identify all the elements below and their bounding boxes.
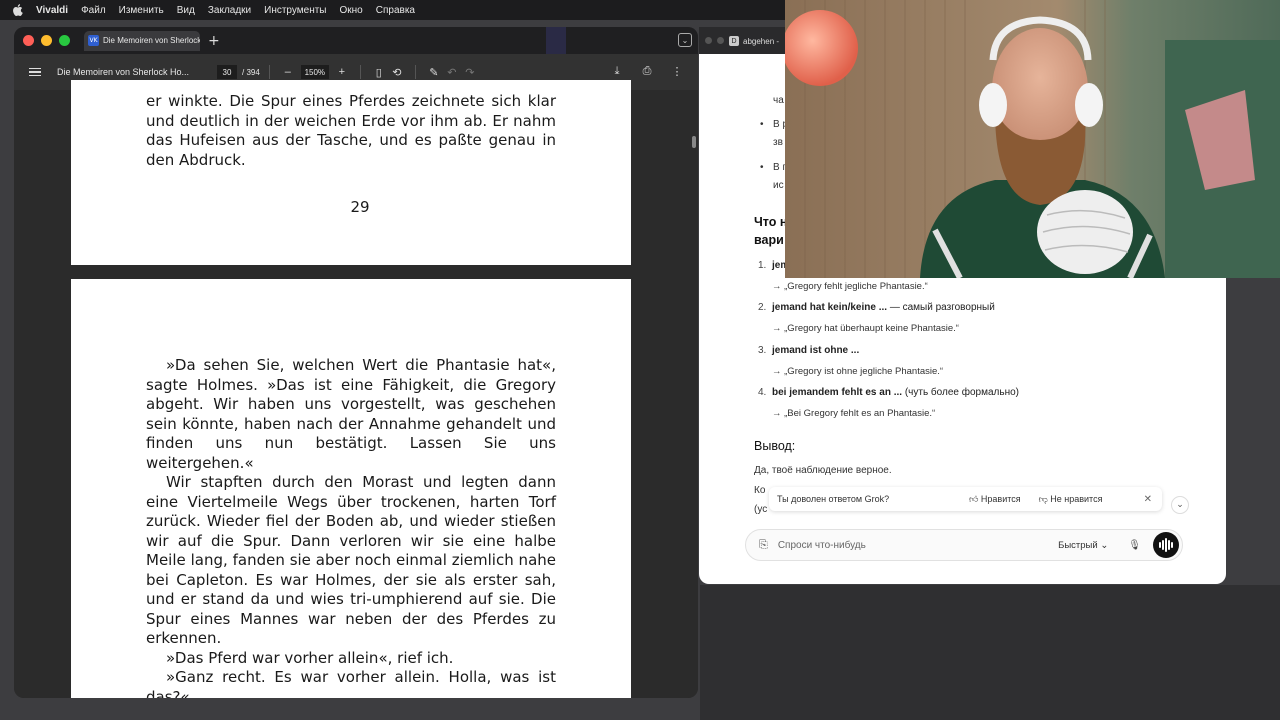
scroll-down-chevron-icon[interactable]: ⌄ <box>1171 496 1189 514</box>
window-controls <box>705 37 724 44</box>
list-item-example: → „Bei Gregory fehlt es an Phantasie.“ <box>772 408 936 419</box>
menu-view[interactable]: Вид <box>177 5 195 16</box>
toolbar-divider <box>414 65 416 79</box>
list-item-title: bei jemandem fehlt es an ... <box>772 387 903 398</box>
page-number-label: 29 <box>350 198 370 216</box>
tab-grok[interactable]: D abgehen - <box>729 32 779 50</box>
redo-icon[interactable]: ↷ <box>461 66 479 79</box>
tab-title: abgehen - <box>743 36 780 46</box>
conclusion-fragment: Ко <box>754 485 766 496</box>
chat-input-bar: ⎘ Спроси что-нибудь Быстрый ⌄ 🎙︎ <box>745 529 1183 561</box>
minimize-window-button[interactable] <box>41 35 52 46</box>
bullet-item-cont: ис <box>773 180 784 191</box>
download-icon[interactable]: ⤓ <box>608 65 626 78</box>
conclusion-text: Да, твоё наблюдение верное. <box>754 465 892 476</box>
menu-icon[interactable] <box>29 66 41 79</box>
list-item-example: → „Gregory ist ohne jegliche Phantasie.“ <box>772 366 944 377</box>
list-item-example: → „Gregory fehlt jegliche Phantasie.“ <box>772 281 928 292</box>
menu-help[interactable]: Справка <box>376 5 415 16</box>
menu-bookmarks[interactable]: Закладки <box>208 5 251 16</box>
pdf-document-title: Die Memoiren von Sherlock Ho... <box>57 67 190 77</box>
toolbar-divider <box>359 65 361 79</box>
microphone-icon[interactable]: 🎙︎ <box>1128 540 1141 551</box>
toolbar-divider <box>268 65 270 79</box>
voice-mode-button[interactable] <box>1153 532 1179 558</box>
paragraph: Wir stapften durch den Morast und legten… <box>146 473 556 647</box>
apple-icon[interactable] <box>10 3 24 17</box>
grok-favicon-icon: D <box>729 36 739 46</box>
vivaldi-window: VK Die Memoiren von Sherlock + ⌄ Die Mem… <box>14 27 698 698</box>
paragraph: »Da sehen Sie, welchen Wert die Phantasi… <box>146 356 556 472</box>
zoom-level-input[interactable]: 150% <box>300 65 329 79</box>
paragraph: »Das Pferd war vorher allein«, rief ich. <box>166 648 454 667</box>
annotate-pen-icon[interactable]: ✎ <box>425 66 443 79</box>
list-item-example: → „Gregory hat überhaupt keine Phantasie… <box>772 323 959 334</box>
pdf-page-29: er winkte. Die Spur eines Pferdes zeichn… <box>71 80 631 265</box>
page-29-text: er winkte. Die Spur eines Pferdes zeichn… <box>146 92 556 170</box>
menu-edit[interactable]: Изменить <box>119 5 164 16</box>
zoom-out-button[interactable]: – <box>279 66 297 78</box>
list-item: 3. jemand ist ohne ... → „Gregory ist oh… <box>758 345 944 377</box>
list-item: 4. bei jemandem fehlt es an ... (чуть бо… <box>758 387 1019 419</box>
tab-bar-highlight <box>546 27 566 54</box>
page-30-text: »Da sehen Sie, welchen Wert die Phantasi… <box>146 356 556 698</box>
desktop-shadow-area <box>700 585 1280 720</box>
like-button[interactable]: 👍︎ Нравится <box>963 491 1027 508</box>
vk-favicon-icon: VK <box>88 35 99 46</box>
webcam-image <box>785 0 1280 278</box>
menu-tools[interactable]: Инструменты <box>264 5 326 16</box>
zoom-window-button[interactable] <box>59 35 70 46</box>
attach-paperclip-icon[interactable]: ⎘ <box>759 539 768 552</box>
chat-input[interactable]: Спроси что-нибудь <box>778 540 1058 551</box>
response-fragment: ча <box>773 95 784 106</box>
paragraph: »Ganz recht. Es war vorher allein. Holla… <box>146 668 556 698</box>
section-heading-cont: вари <box>754 233 784 247</box>
undo-icon[interactable]: ↶ <box>443 66 461 79</box>
pdf-viewer[interactable]: er winkte. Die Spur eines Pferdes zeichn… <box>14 80 698 698</box>
more-options-icon[interactable]: ⋮ <box>668 65 686 78</box>
tab-list-chevron-icon[interactable]: ⌄ <box>678 33 692 47</box>
page-number-input[interactable]: 30 <box>217 65 237 79</box>
pdf-page-30: »Da sehen Sie, welchen Wert die Phantasi… <box>71 279 631 698</box>
mode-selector[interactable]: Быстрый ⌄ <box>1058 540 1108 551</box>
rotate-icon[interactable]: ⟲ <box>388 66 406 79</box>
dislike-button[interactable]: 👎︎ Не нравится <box>1033 491 1109 508</box>
paragraph: er winkte. Die Spur eines Pferdes zeichn… <box>146 92 556 169</box>
list-item-note: — самый разговорный <box>887 302 995 313</box>
list-item-title: jemand hat kein/keine ... <box>772 302 888 313</box>
feedback-question: Ты доволен ответом Grok? <box>777 494 890 504</box>
print-icon[interactable]: ⎙ <box>638 65 656 78</box>
menu-window[interactable]: Окно <box>340 5 363 16</box>
conclusion-heading: Вывод: <box>754 439 796 453</box>
menu-file[interactable]: Файл <box>81 5 106 16</box>
bullet-item-cont: зв <box>773 137 783 148</box>
close-window-button[interactable] <box>23 35 34 46</box>
tab-bar: VK Die Memoiren von Sherlock + ⌄ <box>14 27 698 54</box>
list-item-note: (чуть более формально) <box>902 387 1019 398</box>
list-item-title: jemand ist ohne ... <box>772 345 860 356</box>
webcam-overlay <box>785 0 1280 278</box>
menu-app-name[interactable]: Vivaldi <box>36 5 68 16</box>
section-heading: Что н <box>754 215 788 229</box>
list-item: 2. jemand hat kein/keine ... — самый раз… <box>758 302 995 334</box>
fit-page-icon[interactable]: ▯ <box>370 66 388 79</box>
scrollbar-thumb[interactable] <box>692 136 696 148</box>
feedback-bar: Ты доволен ответом Grok? 👍︎ Нравится 👎︎ … <box>769 487 1162 511</box>
window-controls <box>23 35 70 46</box>
new-tab-button[interactable]: + <box>208 33 220 49</box>
close-icon[interactable]: ✕ <box>1144 494 1152 505</box>
tab-pdf-document[interactable]: VK Die Memoiren von Sherlock <box>84 30 200 51</box>
pdf-actions: ⤓ ⎙ ⋮ <box>608 65 686 78</box>
conclusion-fragment: (ус <box>754 504 768 515</box>
zoom-in-button[interactable]: + <box>333 66 351 78</box>
page-total: / 394 <box>242 67 260 77</box>
tab-title: Die Memoiren von Sherlock <box>103 36 200 45</box>
